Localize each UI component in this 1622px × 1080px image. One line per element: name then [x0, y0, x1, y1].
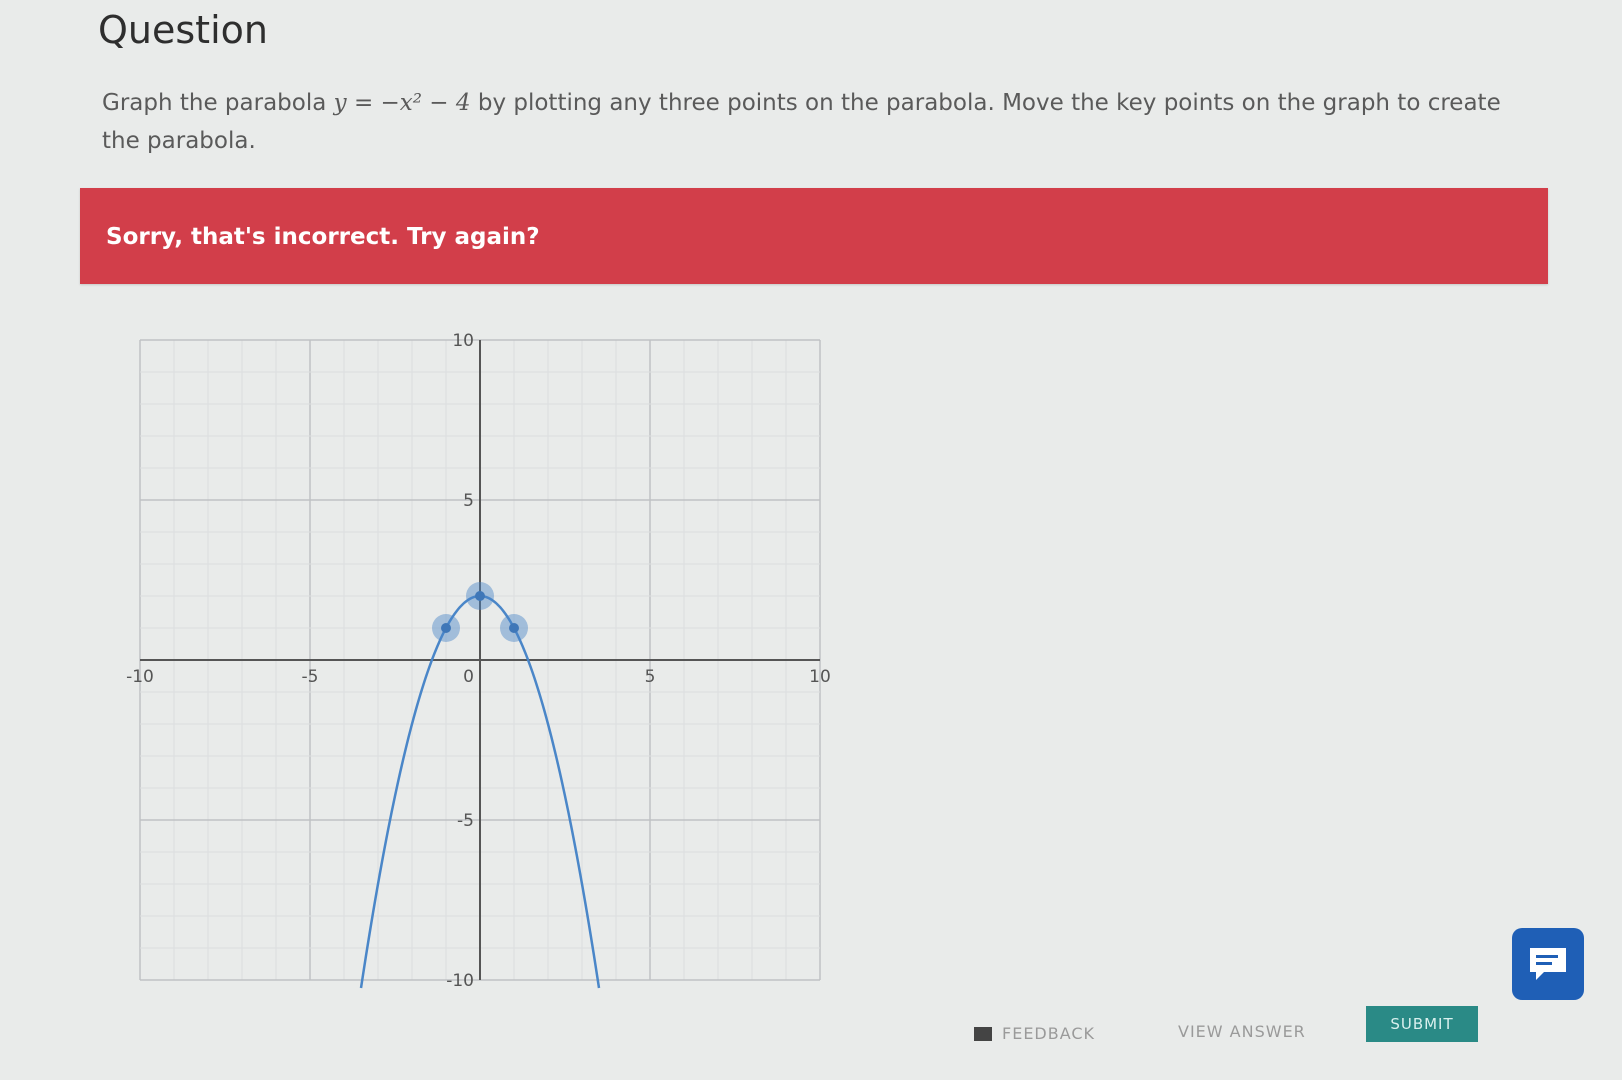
page-title: Question: [98, 8, 268, 52]
x-tick-label: -5: [302, 667, 319, 687]
y-tick-label: 10: [452, 331, 474, 351]
incorrect-feedback-banner: Sorry, that's incorrect. Try again?: [80, 188, 1548, 284]
prompt-text-before: Graph the parabola: [102, 90, 327, 116]
chat-button[interactable]: [1512, 928, 1584, 1000]
y-tick-label: -5: [457, 811, 474, 831]
x-tick-label: 10: [809, 667, 831, 687]
feedback-message: Sorry, that's incorrect. Try again?: [106, 224, 540, 250]
x-tick-label: 5: [645, 667, 656, 687]
submit-button[interactable]: SUBMIT: [1366, 1006, 1478, 1042]
feedback-label: FEEDBACK: [1002, 1024, 1096, 1043]
key-point[interactable]: [500, 614, 528, 642]
key-point[interactable]: [432, 614, 460, 642]
key-point-dot: [441, 623, 451, 633]
equation: y = −x² − 4: [333, 90, 471, 116]
graph-area[interactable]: -10 -5 5 10 10 5 -5 -10 0: [120, 320, 840, 1000]
question-prompt: Graph the parabola y = −x² − 4 by plotti…: [102, 84, 1542, 160]
key-point-dot: [509, 623, 519, 633]
view-answer-button[interactable]: VIEW ANSWER: [1178, 1022, 1306, 1041]
feedback-button[interactable]: FEEDBACK: [974, 1024, 1095, 1043]
graph-canvas[interactable]: -10 -5 5 10 10 5 -5 -10 0: [120, 320, 840, 1000]
y-tick-label: -10: [446, 971, 474, 991]
key-point-dot: [475, 591, 485, 601]
key-point[interactable]: [466, 582, 494, 610]
feedback-icon: [974, 1026, 992, 1041]
chat-icon: [1530, 948, 1566, 980]
x-tick-label: -10: [126, 667, 154, 687]
origin-label: 0: [463, 667, 474, 687]
y-tick-label: 5: [463, 491, 474, 511]
